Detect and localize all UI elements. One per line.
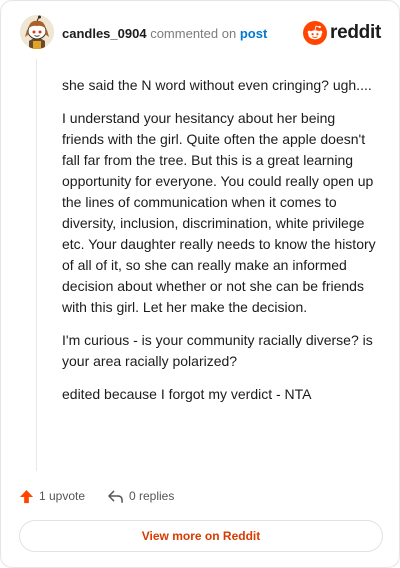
snoo-avatar-icon	[20, 15, 54, 49]
view-more-on-reddit-button[interactable]: View more on Reddit	[19, 520, 383, 552]
comment-byline: candles_0904 commented on post	[62, 26, 267, 41]
comment-paragraph: edited because I forgot my verdict - NTA	[62, 386, 312, 402]
commented-on-text: commented on	[150, 26, 237, 41]
comment-actions: 1 upvote 0 replies	[19, 485, 319, 507]
thread-line[interactable]	[36, 59, 37, 471]
reddit-wordmark: reddit	[330, 22, 381, 43]
comment-paragraph: I understand your hesitancy about her be…	[62, 110, 376, 315]
upvote-arrow-icon	[19, 489, 34, 503]
username-link[interactable]: candles_0904	[62, 26, 147, 41]
comment-body: she said the N word without even cringin…	[62, 75, 378, 417]
embedded-comment-card: candles_0904 commented on post reddit sh…	[0, 0, 400, 568]
avatar[interactable]	[20, 15, 54, 49]
reddit-logo-icon	[303, 21, 327, 45]
replies-button[interactable]: 0 replies	[107, 485, 174, 507]
comment-paragraph: she said the N word without even cringin…	[62, 77, 372, 93]
upvote-button[interactable]: 1 upvote	[19, 485, 85, 507]
reddit-brand[interactable]: reddit	[303, 19, 383, 47]
upvote-count: 1 upvote	[39, 489, 86, 503]
comment-header: candles_0904 commented on post reddit	[20, 15, 383, 53]
reply-arrow-icon	[108, 490, 123, 503]
replies-count: 0 replies	[129, 489, 175, 503]
post-link[interactable]: post	[240, 26, 267, 41]
comment-paragraph: I'm curious - is your community racially…	[62, 332, 373, 369]
